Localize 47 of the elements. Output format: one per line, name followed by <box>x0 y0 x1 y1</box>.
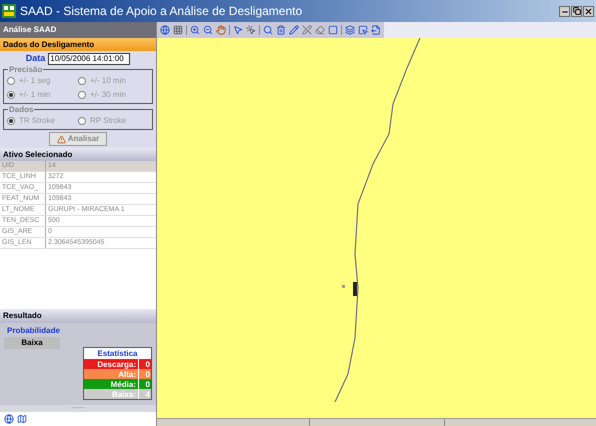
hand-icon[interactable] <box>216 25 226 35</box>
statistics-row: Média: 0 <box>84 379 151 389</box>
section-header: Ativo Selecionado <box>0 148 156 161</box>
restore-button[interactable] <box>571 6 582 16</box>
radio-option[interactable]: +/- 1 seg <box>7 75 78 87</box>
pointer-click-icon[interactable] <box>246 25 256 35</box>
close-icon <box>584 6 593 16</box>
section-header: Dados do Desligamento <box>0 38 156 51</box>
minimize-button[interactable] <box>559 6 570 16</box>
radio-option[interactable]: TR Stroke <box>7 115 78 127</box>
grid-icon[interactable] <box>173 25 183 35</box>
statistics-row: Alta: 0 <box>84 369 151 379</box>
layers-icon[interactable] <box>345 25 355 35</box>
statistics-title: Estatística <box>96 348 139 359</box>
probability-value: Baixa <box>4 337 60 349</box>
statistics-row: Descarga: 0 <box>84 359 151 369</box>
close-button[interactable] <box>583 6 594 16</box>
zoom-out-icon[interactable] <box>203 25 213 35</box>
warning-icon <box>56 134 66 144</box>
analyze-button[interactable]: Analisar <box>49 132 107 146</box>
radio-option[interactable]: +/- 1 min <box>7 89 78 101</box>
point-marker <box>342 285 345 288</box>
date-field[interactable]: 10/05/2006 14:01:00 <box>48 52 130 64</box>
trash-icon[interactable] <box>276 25 286 35</box>
tower-marker <box>353 282 357 296</box>
pen-off-icon[interactable] <box>302 25 312 35</box>
probability-label: Probabilidade <box>6 325 61 337</box>
data-label: Data <box>26 52 46 65</box>
globe-icon[interactable] <box>160 25 170 35</box>
radio-option[interactable]: RP Stroke <box>78 115 149 127</box>
eraser-icon[interactable] <box>315 25 325 35</box>
radio-option[interactable]: +/- 10 min <box>78 75 149 87</box>
pencil-icon[interactable] <box>289 25 299 35</box>
export-icon[interactable] <box>371 25 381 35</box>
search-icon[interactable] <box>263 25 273 35</box>
app-icon <box>2 4 16 18</box>
panel-header: Análise SAAD <box>0 22 156 38</box>
radio-option[interactable]: +/- 30 min <box>78 89 149 101</box>
section-header: Resultado <box>0 309 156 323</box>
map-icon[interactable] <box>17 414 27 424</box>
rectangle-icon[interactable] <box>328 25 338 35</box>
pointer-icon[interactable] <box>233 25 243 35</box>
select-icon[interactable] <box>358 25 368 35</box>
globe-icon[interactable] <box>4 414 14 424</box>
window-title: SAAD - Sistema de Apoio a Análise de Desligamento <box>20 3 304 20</box>
restore-icon <box>572 7 580 15</box>
zoom-in-icon[interactable] <box>190 25 200 35</box>
